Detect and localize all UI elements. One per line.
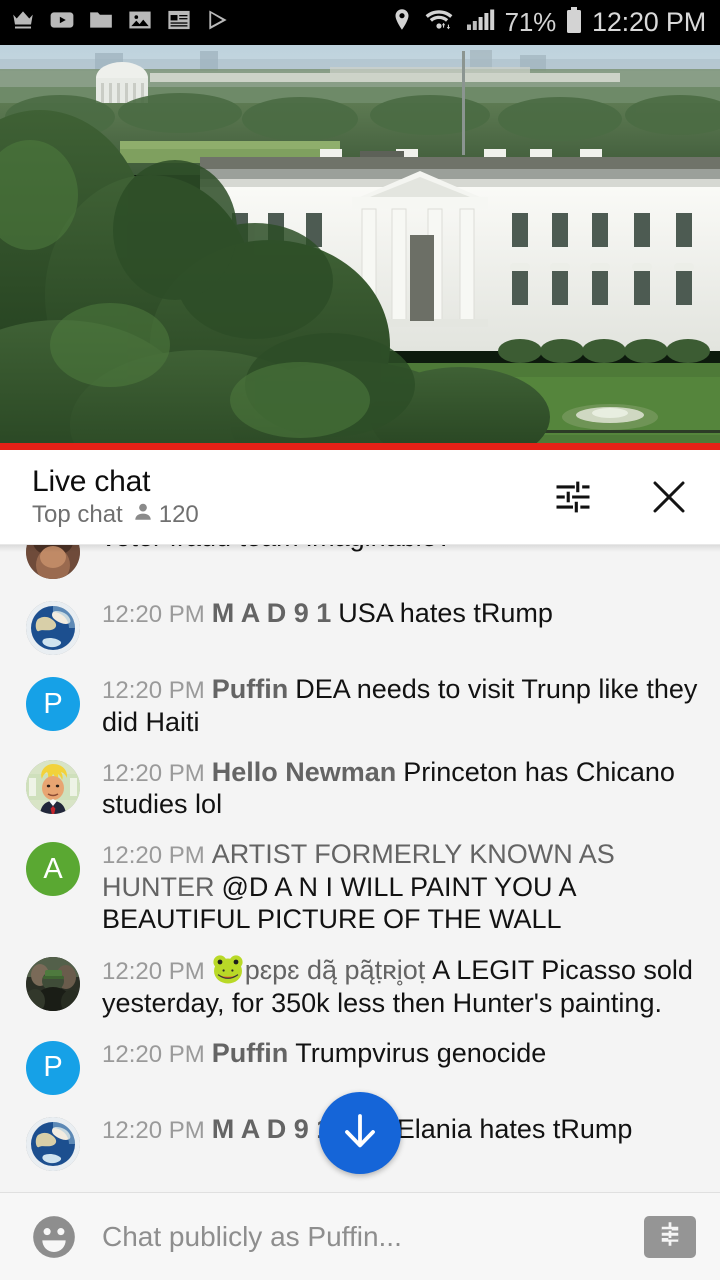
chat-message-author[interactable]: Puffin <box>212 674 288 704</box>
scroll-to-bottom-button[interactable] <box>319 1092 401 1174</box>
avatar[interactable] <box>26 601 80 655</box>
close-icon[interactable] <box>644 472 694 522</box>
youtube-live-chat-screen: 71% 12:20 PM Live chat Top chat 120 12:2… <box>0 0 720 1280</box>
photo-icon <box>127 7 153 38</box>
chat-message[interactable]: A 12:20 PM ARTIST FORMERLY KNOWN AS HUNTE… <box>0 828 720 943</box>
chat-message-text: voter fraud team imaginable? <box>102 545 452 552</box>
cell-signal-icon <box>466 7 496 38</box>
avatar[interactable] <box>26 545 80 579</box>
avatar[interactable]: P <box>26 677 80 731</box>
avatar[interactable] <box>26 759 80 814</box>
chat-message-author[interactable]: M A D 9 1 <box>212 598 332 628</box>
earth-photo-avatar <box>26 601 80 655</box>
chat-message[interactable]: voter fraud team imaginable? <box>0 545 720 587</box>
live-chat-actions <box>548 472 694 522</box>
avatar[interactable]: P <box>26 1040 80 1095</box>
avatar-letter: P <box>43 687 63 720</box>
trump-cartoon-photo-avatar <box>26 759 80 814</box>
chat-message-text: USA hates tRump <box>338 598 553 628</box>
chat-message[interactable]: 12:20 PM M A D 9 1 USA hates tRump <box>0 587 720 663</box>
live-chat-header: Live chat Top chat 120 <box>0 450 720 545</box>
video-progress-track[interactable] <box>0 443 720 450</box>
chat-message-body: 12:20 PM Puffin DEA needs to visit Trunp l… <box>102 671 698 738</box>
chat-mode-label[interactable]: Top chat <box>32 501 123 528</box>
earth-photo-avatar <box>26 1116 80 1171</box>
chat-input[interactable] <box>102 1220 630 1253</box>
chat-message-body: 12:20 PM ARTIST FORMERLY KNOWN AS HUNTER @… <box>102 836 698 935</box>
dollar-icon <box>655 1219 685 1254</box>
arrow-down-icon <box>336 1107 384 1160</box>
chat-message-body: voter fraud team imaginable? <box>102 545 698 553</box>
chat-message-author[interactable]: Hello Newman <box>212 757 397 787</box>
live-chat-subtitle: Top chat 120 <box>32 501 199 529</box>
crown-icon <box>10 7 36 38</box>
status-bar-right-icons: 71% 12:20 PM <box>390 6 706 39</box>
chat-message-author[interactable]: Puffin <box>212 1038 288 1068</box>
avatar-letter: P <box>43 1051 63 1084</box>
live-chat-title: Live chat <box>32 464 151 498</box>
status-bar-left-icons <box>10 7 231 38</box>
chat-message-time: 12:20 PM <box>102 677 205 704</box>
live-chat-titles: Live chat Top chat 120 <box>32 465 199 529</box>
chat-message-author[interactable]: M A D 9 1 <box>212 1114 332 1144</box>
chat-message[interactable]: 12:20 PM pɛpɛ dą̃ pą̃ṭʀi̥oṭ A LEGIT Picas… <box>0 943 720 1027</box>
news-icon <box>166 7 192 38</box>
chat-message[interactable]: 12:20 PM Hello Newman Princeton has Chican… <box>0 746 720 829</box>
battery-percent-label: 71% <box>504 7 557 37</box>
play-store-icon <box>205 7 231 38</box>
chat-message-time: 12:20 PM <box>102 842 205 870</box>
video-progress-fill <box>0 443 720 450</box>
viewer-count-label: 120 <box>158 500 199 528</box>
avatar[interactable]: A <box>26 842 80 897</box>
crowd-photo-avatar <box>26 957 80 1012</box>
chat-message-body: 12:20 PM Hello Newman Princeton has Chican… <box>102 754 698 821</box>
chat-message-text: Trumpvirus genocide <box>295 1037 547 1068</box>
emoji-smile-icon[interactable] <box>28 1211 80 1263</box>
chat-message[interactable]: P 12:20 PM Puffin DEA needs to visit Trunp… <box>0 663 720 746</box>
white-house-stream-frame <box>0 45 720 450</box>
avatar[interactable] <box>26 1116 80 1171</box>
frog-emoji <box>212 953 244 985</box>
viewer-count-group: 120 <box>132 501 199 529</box>
avatar-letter: A <box>43 852 63 885</box>
tune-icon[interactable] <box>548 472 598 522</box>
chat-message-time: 12:20 PM <box>102 759 205 787</box>
person-icon <box>132 501 154 529</box>
chat-message-time: 12:20 PM <box>102 958 205 986</box>
wifi-icon <box>423 7 457 38</box>
chat-message-body: 12:20 PM pɛpɛ dą̃ pą̃ṭʀi̥oṭ A LEGIT Picas… <box>102 951 698 1019</box>
chat-message-time: 12:20 PM <box>102 1116 205 1144</box>
video-player[interactable] <box>0 45 720 450</box>
chat-message-author[interactable]: pɛpɛ dą̃ pą̃ṭʀi̥oṭ <box>245 955 426 985</box>
chat-message-time: 12:20 PM <box>102 1040 205 1068</box>
live-chat-message-list[interactable]: voter fraud team imaginable? 12:20 PMM A… <box>0 545 720 1192</box>
chat-message-time: 12:20 PM <box>102 601 205 628</box>
super-chat-button[interactable] <box>644 1215 696 1258</box>
chat-message-body: 12:20 PM M A D 9 1 USA hates tRump <box>102 595 698 630</box>
person-photo-avatar <box>26 545 80 579</box>
chat-composer-bar <box>0 1192 720 1280</box>
clock-label: 12:20 PM <box>592 7 706 37</box>
youtube-icon <box>49 7 75 38</box>
chat-message-body: 12:20 PM Puffin Trumpvirus genocide <box>102 1035 698 1070</box>
avatar[interactable] <box>26 957 80 1012</box>
location-icon <box>390 7 414 38</box>
folder-icon <box>88 7 114 38</box>
status-bar: 71% 12:20 PM <box>0 0 720 45</box>
battery-icon <box>565 6 583 39</box>
